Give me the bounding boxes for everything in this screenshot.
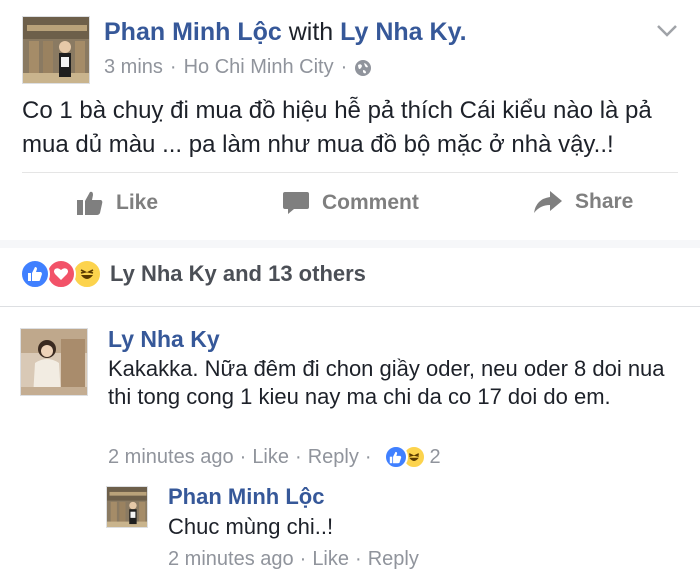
comment-reactions[interactable]: 2 [383,445,441,469]
post-header: Phan Minh Lộc with Ly Nha Ky. 3 mins · H… [0,0,700,90]
comment-icon [282,190,310,216]
comment-button[interactable]: Comment [282,190,419,216]
comment-like-link[interactable]: Like [252,446,289,469]
with-word: with [288,18,334,46]
post-meta: 3 mins · Ho Chi Minh City · [104,56,372,79]
like-button[interactable]: Like [76,190,158,216]
meta-separator: · [239,445,247,468]
reply-reply-link[interactable]: Reply [368,548,419,569]
reply-meta: 2 minutes ago · Like · Reply [168,548,419,569]
share-button[interactable]: Share [533,190,633,214]
reply-text: Chuc mùng chi..! [168,514,334,539]
reply-author-avatar[interactable] [106,486,148,528]
share-icon [533,190,563,214]
comment-author[interactable]: Ly Nha Ky [108,326,220,353]
reply-author[interactable]: Phan Minh Lộc [168,484,324,510]
meta-separator: · [355,548,362,569]
section-separator [0,240,700,248]
chevron-down-icon[interactable] [656,24,678,38]
reaction-icons [20,259,104,289]
divider [0,306,700,307]
comment-text: Kakakka. Nữa đêm đi chon giầy oder, neu … [108,356,665,409]
author-line: Phan Minh Lộc with Ly Nha Ky. [104,18,467,47]
haha-icon [72,259,102,289]
reply-time[interactable]: 2 minutes ago [168,548,294,569]
comment-time[interactable]: 2 minutes ago [108,446,234,469]
like-icon [383,445,408,469]
meta-separator: · [340,56,348,78]
reply-like-link[interactable]: Like [312,548,349,569]
post-actions: Like Comment Share [0,178,700,236]
thumbs-up-icon [76,190,104,216]
commenter-avatar[interactable] [20,328,88,396]
comment-reply-link[interactable]: Reply [308,446,359,469]
meta-separator: · [295,445,302,468]
globe-icon[interactable] [354,59,372,77]
post-text: Co 1 bà chuỵ đi mua đồ hiệu hễ pả thích … [22,97,652,158]
post-time[interactable]: 3 mins [104,56,163,79]
divider [22,172,678,173]
reaction-count: 2 [429,445,441,468]
tagged-name[interactable]: Ly Nha Ky. [340,18,466,46]
meta-separator: · [364,445,372,468]
share-label: Share [575,190,634,213]
author-name[interactable]: Phan Minh Lộc [104,18,282,46]
like-label: Like [116,191,159,214]
reactions-summary-text: Ly Nha Ky and 13 others [110,261,366,286]
author-avatar[interactable] [22,16,90,84]
meta-separator: · [299,548,307,569]
meta-separator: · [169,56,177,78]
post-location[interactable]: Ho Chi Minh City [184,56,334,79]
comment-meta: 2 minutes ago · Like · Reply · 2 [108,445,441,469]
like-icon [20,259,50,289]
love-icon [46,259,76,289]
reactions-summary[interactable]: Ly Nha Ky and 13 others [20,256,366,292]
comment-label: Comment [322,191,419,214]
